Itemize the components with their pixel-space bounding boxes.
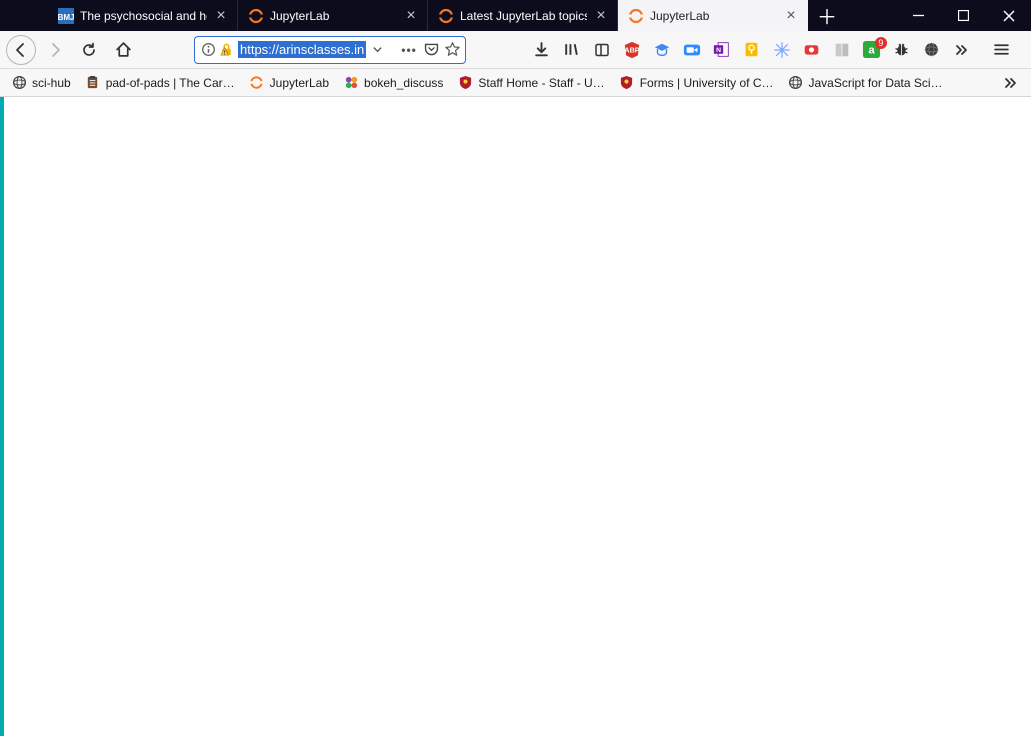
reload-button[interactable]: [74, 35, 104, 65]
bookmark-label: bokeh_discuss: [364, 76, 443, 90]
bookmark-bokeh[interactable]: bokeh_discuss: [338, 73, 448, 93]
tab-strip: BMJ The psychosocial and health effects …: [0, 0, 1031, 31]
tab-label: JupyterLab: [270, 9, 397, 23]
bookmark-staffhome[interactable]: Staff Home - Staff - U…: [452, 73, 609, 93]
site-identity[interactable]: [201, 42, 234, 57]
close-icon[interactable]: ×: [783, 8, 799, 24]
tab-jupyterlab-active[interactable]: JupyterLab ×: [618, 0, 808, 31]
svg-text:N: N: [716, 47, 721, 54]
url-dropdown[interactable]: [370, 44, 385, 55]
forward-button[interactable]: [40, 35, 70, 65]
tab-label: Latest JupyterLab topics: [460, 9, 587, 23]
amazon-icon[interactable]: a 9: [862, 40, 882, 60]
tab-bmj[interactable]: BMJ The psychosocial and health effects …: [48, 0, 238, 31]
url-bar[interactable]: https://arinsclasses.in •••: [194, 36, 466, 64]
downloads-icon[interactable]: [532, 40, 552, 60]
bug-icon[interactable]: [892, 40, 912, 60]
maximize-button[interactable]: [941, 0, 986, 31]
bookmark-star-icon[interactable]: [444, 41, 461, 58]
page-actions-icon[interactable]: •••: [399, 43, 419, 57]
bookmark-jupyterlab[interactable]: JupyterLab: [244, 73, 334, 93]
svg-text:BMJ: BMJ: [58, 13, 74, 22]
jupyter-favicon: [628, 8, 644, 24]
globe-icon: [11, 75, 27, 91]
toolbar-overflow-icon[interactable]: [952, 40, 972, 60]
sidebar-icon[interactable]: [592, 40, 612, 60]
extension-badge: 9: [875, 37, 887, 49]
close-window-button[interactable]: [986, 0, 1031, 31]
bookmark-label: sci-hub: [32, 76, 71, 90]
tab-discourse[interactable]: Latest JupyterLab topics ×: [428, 0, 618, 31]
jupyter-icon: [249, 75, 265, 91]
bookmark-jsdatasci[interactable]: JavaScript for Data Sci…: [783, 73, 948, 93]
tab-label: JupyterLab: [650, 9, 777, 23]
bookmark-padofpads[interactable]: pad-of-pads | The Car…: [80, 73, 240, 93]
scholar-icon[interactable]: [652, 40, 672, 60]
close-icon[interactable]: ×: [593, 8, 609, 24]
zoom-icon[interactable]: [682, 40, 702, 60]
navigation-toolbar: https://arinsclasses.in ••• ABP: [0, 31, 1031, 69]
info-icon: [201, 42, 216, 57]
globe-dark-icon[interactable]: [922, 40, 942, 60]
bookmark-label: JavaScript for Data Sci…: [809, 76, 943, 90]
page-content: [0, 97, 1031, 736]
app-menu-button[interactable]: [986, 35, 1018, 65]
keep-icon[interactable]: [742, 40, 762, 60]
bookmark-label: Forms | University of C…: [640, 76, 774, 90]
bookmark-label: Staff Home - Staff - U…: [478, 76, 604, 90]
shield-icon: [619, 75, 635, 91]
url-text[interactable]: https://arinsclasses.in: [238, 41, 366, 58]
book-grey-icon[interactable]: [832, 40, 852, 60]
bookmark-label: JupyterLab: [270, 76, 329, 90]
onenote-icon[interactable]: N: [712, 40, 732, 60]
globe-icon: [788, 75, 804, 91]
svg-text:ABP: ABP: [624, 45, 639, 54]
adblock-icon[interactable]: ABP: [622, 40, 642, 60]
tab-jupyterlab-1[interactable]: JupyterLab ×: [238, 0, 428, 31]
new-tab-button[interactable]: ＋: [808, 0, 846, 31]
jupyter-favicon: [438, 8, 454, 24]
bookmark-scihub[interactable]: sci-hub: [6, 73, 76, 93]
minimize-button[interactable]: [896, 0, 941, 31]
bookmark-forms[interactable]: Forms | University of C…: [614, 73, 779, 93]
shield-icon: [457, 75, 473, 91]
toolbar-extension-area: ABP N a 9: [532, 40, 972, 60]
bookmark-label: pad-of-pads | The Car…: [106, 76, 235, 90]
bmj-favicon: BMJ: [58, 8, 74, 24]
clipboard-icon: [85, 75, 101, 91]
bookmarks-bar: sci-hub pad-of-pads | The Car… JupyterLa…: [0, 69, 1031, 97]
tab-label: The psychosocial and health effects: [80, 9, 207, 23]
library-icon[interactable]: [562, 40, 582, 60]
close-icon[interactable]: ×: [213, 8, 229, 24]
pocket-icon[interactable]: [423, 41, 440, 58]
lock-warning-icon: [219, 42, 234, 57]
window-controls: [896, 0, 1031, 31]
bokeh-icon: [343, 75, 359, 91]
home-button[interactable]: [108, 35, 138, 65]
close-icon[interactable]: ×: [403, 8, 419, 24]
bookmarks-overflow-icon[interactable]: [997, 71, 1025, 95]
snowflake-icon[interactable]: [772, 40, 792, 60]
svg-text:a: a: [869, 44, 876, 56]
jupyter-favicon: [248, 8, 264, 24]
camera-red-icon[interactable]: [802, 40, 822, 60]
back-button[interactable]: [6, 35, 36, 65]
